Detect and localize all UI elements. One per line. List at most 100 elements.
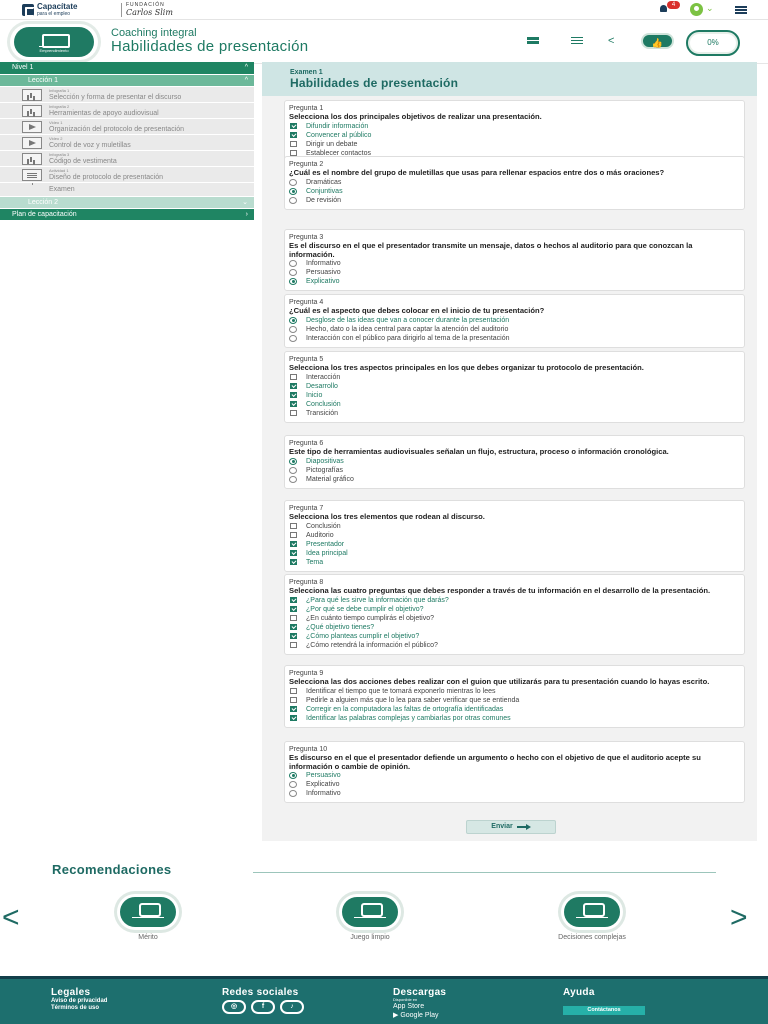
checkbox[interactable]: [290, 123, 297, 129]
checkbox[interactable]: [290, 706, 297, 713]
answer-option[interactable]: Desglose de las ideas que van a conocer …: [289, 316, 744, 325]
checkbox[interactable]: [290, 697, 297, 704]
checkbox[interactable]: [290, 132, 297, 139]
sidebar-lesson-1[interactable]: Lección 1 ^: [0, 74, 254, 86]
share-icon[interactable]: <: [608, 36, 620, 47]
recommendation-card[interactable]: Mérito: [92, 894, 204, 941]
answer-option[interactable]: Informativo: [289, 789, 744, 798]
send-button[interactable]: Enviar: [466, 820, 556, 834]
answer-option[interactable]: Dramáticas: [289, 178, 744, 187]
checkbox[interactable]: [290, 550, 297, 557]
answer-option[interactable]: Informativo: [289, 259, 744, 268]
sidebar-item[interactable]: Infografía 2 Herramientas de apoyo audiov…: [0, 102, 254, 118]
recommendation-card[interactable]: Decisiones complejas: [536, 894, 648, 941]
tiktok-icon[interactable]: ♪: [280, 1000, 304, 1014]
chevron-down-icon[interactable]: ⌄: [706, 3, 714, 14]
carousel-next-icon[interactable]: >: [730, 903, 748, 933]
checkbox[interactable]: [290, 392, 297, 399]
radio-button[interactable]: [289, 269, 297, 277]
list-icon[interactable]: [571, 36, 583, 46]
answer-option[interactable]: Identificar las palabras complejas y cam…: [289, 714, 744, 723]
terms-link[interactable]: Términos de uso: [51, 1005, 107, 1012]
checkbox[interactable]: [290, 715, 297, 722]
answer-option[interactable]: ¿Qué objetivo tienes?: [289, 623, 744, 632]
checkbox[interactable]: [290, 383, 297, 390]
sidebar-level-1[interactable]: Nivel 1 ^: [0, 62, 254, 74]
sidebar-item[interactable]: Actividad 1 Diseño de protocolo de presen…: [0, 166, 254, 182]
checkbox[interactable]: [290, 141, 297, 148]
answer-option[interactable]: Inicio: [289, 391, 744, 400]
radio-button[interactable]: [289, 260, 297, 267]
radio-button[interactable]: [289, 325, 297, 333]
facebook-icon[interactable]: f: [251, 1000, 275, 1014]
radio-button[interactable]: [289, 475, 297, 483]
answer-option[interactable]: Pictografías: [289, 466, 744, 475]
answer-option[interactable]: ¿Por qué se debe cumplir el objetivo?: [289, 605, 744, 614]
sidebar-item[interactable]: Infografía 1 Selección y forma de present…: [0, 86, 254, 102]
sidebar-item[interactable]: Video 2 Control de voz y muletillas: [0, 134, 254, 150]
answer-option[interactable]: ¿Cómo planteas cumplir el objetivo?: [289, 632, 744, 641]
checkbox[interactable]: [290, 688, 297, 694]
radio-button[interactable]: [289, 196, 297, 204]
radio-button[interactable]: [289, 316, 297, 324]
answer-option[interactable]: Presentador: [289, 540, 744, 549]
answer-option[interactable]: Tema: [289, 558, 744, 567]
checkbox[interactable]: [290, 559, 297, 566]
answer-option[interactable]: Diapositivas: [289, 457, 744, 466]
google-play-link[interactable]: ▶ Google Play: [393, 1011, 446, 1020]
radio-button[interactable]: [289, 187, 297, 195]
sidebar-item[interactable]: Infografía 3 Código de vestimenta: [0, 150, 254, 166]
answer-option[interactable]: Conclusión: [289, 400, 744, 409]
checkbox[interactable]: [290, 642, 297, 649]
radio-button[interactable]: [289, 790, 297, 798]
sidebar-item[interactable]: Video 1 Organización del protocolo de pre…: [0, 118, 254, 134]
answer-option[interactable]: Difundir información: [289, 122, 744, 131]
answer-option[interactable]: ¿Cómo retendrá la información el público…: [289, 641, 744, 650]
answer-option[interactable]: Pedirle a alguien más que lo lea para sa…: [289, 696, 744, 705]
capacitate-logo[interactable]: Capacítate para el empleo: [22, 2, 77, 17]
answer-option[interactable]: Desarrollo: [289, 382, 744, 391]
answer-option[interactable]: Idea principal: [289, 549, 744, 558]
recommendation-card[interactable]: Juego limpio: [314, 894, 426, 941]
carousel-prev-icon[interactable]: <: [2, 903, 20, 933]
answer-option[interactable]: Explicativo: [289, 277, 744, 286]
answer-option[interactable]: Persuasivo: [289, 268, 744, 277]
app-store-link[interactable]: Disponible en App Store: [393, 998, 446, 1011]
radio-button[interactable]: [289, 466, 297, 474]
answer-option[interactable]: Explicativo: [289, 780, 744, 789]
checkbox[interactable]: [290, 401, 297, 408]
contact-button[interactable]: Contáctanos: [563, 1006, 645, 1015]
checkbox[interactable]: [290, 532, 297, 539]
answer-option[interactable]: ¿Para qué les sirve la información que d…: [289, 596, 744, 605]
checkbox[interactable]: [290, 606, 297, 613]
answer-option[interactable]: Auditorio: [289, 531, 744, 540]
avatar[interactable]: [690, 3, 703, 16]
radio-button[interactable]: [289, 457, 297, 465]
sidebar-plan[interactable]: Plan de capacitación ›: [0, 208, 254, 220]
answer-option[interactable]: Persuasivo: [289, 771, 744, 780]
answer-option[interactable]: Transición: [289, 409, 744, 418]
like-button[interactable]: 👍: [641, 33, 674, 49]
checkbox[interactable]: [290, 410, 297, 417]
menu-icon[interactable]: [735, 6, 747, 14]
privacy-link[interactable]: Aviso de privacidad: [51, 998, 107, 1005]
answer-option[interactable]: De revisión: [289, 196, 744, 205]
checkbox[interactable]: [290, 541, 297, 548]
answer-option[interactable]: Dirigir un debate: [289, 140, 744, 149]
checkbox[interactable]: [290, 615, 297, 622]
radio-button[interactable]: [289, 334, 297, 342]
sidebar-item-exam[interactable]: Examen: [0, 182, 254, 196]
radio-button[interactable]: [289, 278, 297, 286]
sidebar-lesson-2[interactable]: Lección 2 ⌄: [0, 196, 254, 208]
answer-option[interactable]: Identificar el tiempo que te tomará expo…: [289, 687, 744, 696]
answer-option[interactable]: Conclusión: [289, 522, 744, 531]
grid-icon[interactable]: [527, 36, 539, 46]
radio-button[interactable]: [289, 772, 297, 779]
checkbox[interactable]: [290, 633, 297, 640]
checkbox[interactable]: [290, 523, 297, 529]
answer-option[interactable]: Convencer al público: [289, 131, 744, 140]
instagram-icon[interactable]: ◎: [222, 1000, 246, 1014]
checkbox[interactable]: [290, 597, 297, 603]
answer-option[interactable]: Corregir en la computadora las faltas de…: [289, 705, 744, 714]
checkbox[interactable]: [290, 374, 297, 380]
